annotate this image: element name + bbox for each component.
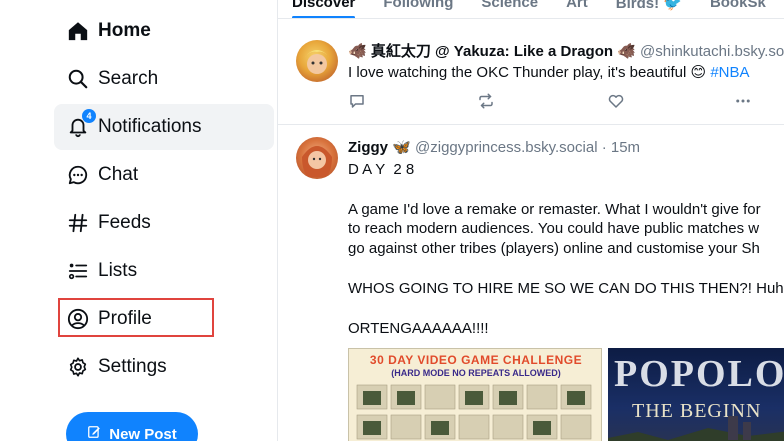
sidebar-item-label: Notifications [98, 116, 202, 137]
post-text: I love watching the OKC Thunder play, it… [348, 63, 750, 83]
reply-icon[interactable] [348, 92, 366, 110]
sidebar-item-notifications[interactable]: 4 Notifications [54, 104, 274, 150]
sidebar-item-search[interactable]: Search [54, 56, 274, 102]
sidebar-item-label: Settings [98, 356, 167, 377]
sidebar-item-label: Search [98, 68, 159, 89]
chat-icon [66, 163, 90, 187]
post-text-body: I love watching the OKC Thunder play, it… [348, 64, 711, 81]
sidebar: Home Search 4 Notifications Chat Feeds L… [0, 0, 278, 441]
post-actions [348, 92, 784, 110]
sidebar-item-label: Profile [98, 308, 152, 329]
sidebar-item-label: Feeds [98, 212, 151, 233]
sidebar-item-settings[interactable]: Settings [54, 344, 274, 390]
sidebar-item-feeds[interactable]: Feeds [54, 200, 274, 246]
profile-icon [66, 307, 90, 331]
gear-icon [66, 355, 90, 379]
more-options-icon[interactable] [734, 92, 752, 110]
main-feed: Discover Following Science Art Birds! 🐦 … [278, 0, 784, 441]
sidebar-item-profile[interactable]: Profile [54, 296, 274, 342]
sidebar-item-label: Home [98, 20, 151, 41]
like-icon[interactable] [607, 92, 625, 110]
author-handle[interactable]: @shinkutachi.bsky.social [640, 43, 784, 60]
author-name[interactable]: 🐗 真紅太刀 @ Yakuza: Like a Dragon 🐗 [348, 43, 636, 60]
bell-icon: 4 [66, 109, 96, 139]
avatar[interactable] [296, 40, 338, 82]
sidebar-item-lists[interactable]: Lists [54, 248, 274, 294]
post[interactable] [278, 125, 784, 441]
notification-badge: 4 [82, 109, 96, 123]
search-icon [66, 67, 90, 91]
list-icon [66, 259, 90, 283]
sidebar-item-label: Lists [98, 260, 138, 281]
edit-icon [87, 425, 101, 441]
hashtag-link[interactable]: #NBA [710, 64, 749, 81]
avatar[interactable] [296, 137, 338, 179]
sidebar-item-home[interactable]: Home [54, 8, 274, 54]
sidebar-item-chat[interactable]: Chat [54, 152, 274, 198]
home-icon [66, 19, 90, 43]
post-header: 🐗 真紅太刀 @ Yakuza: Like a Dragon 🐗 @shinku… [348, 40, 784, 61]
new-post-label: New Post [109, 425, 177, 441]
sidebar-item-label: Chat [98, 164, 139, 185]
post[interactable]: 🐗 真紅太刀 @ Yakuza: Like a Dragon 🐗 @shinku… [278, 0, 784, 125]
hash-icon [66, 211, 90, 235]
new-post-button[interactable]: New Post [66, 412, 198, 441]
repost-icon[interactable] [477, 92, 495, 110]
